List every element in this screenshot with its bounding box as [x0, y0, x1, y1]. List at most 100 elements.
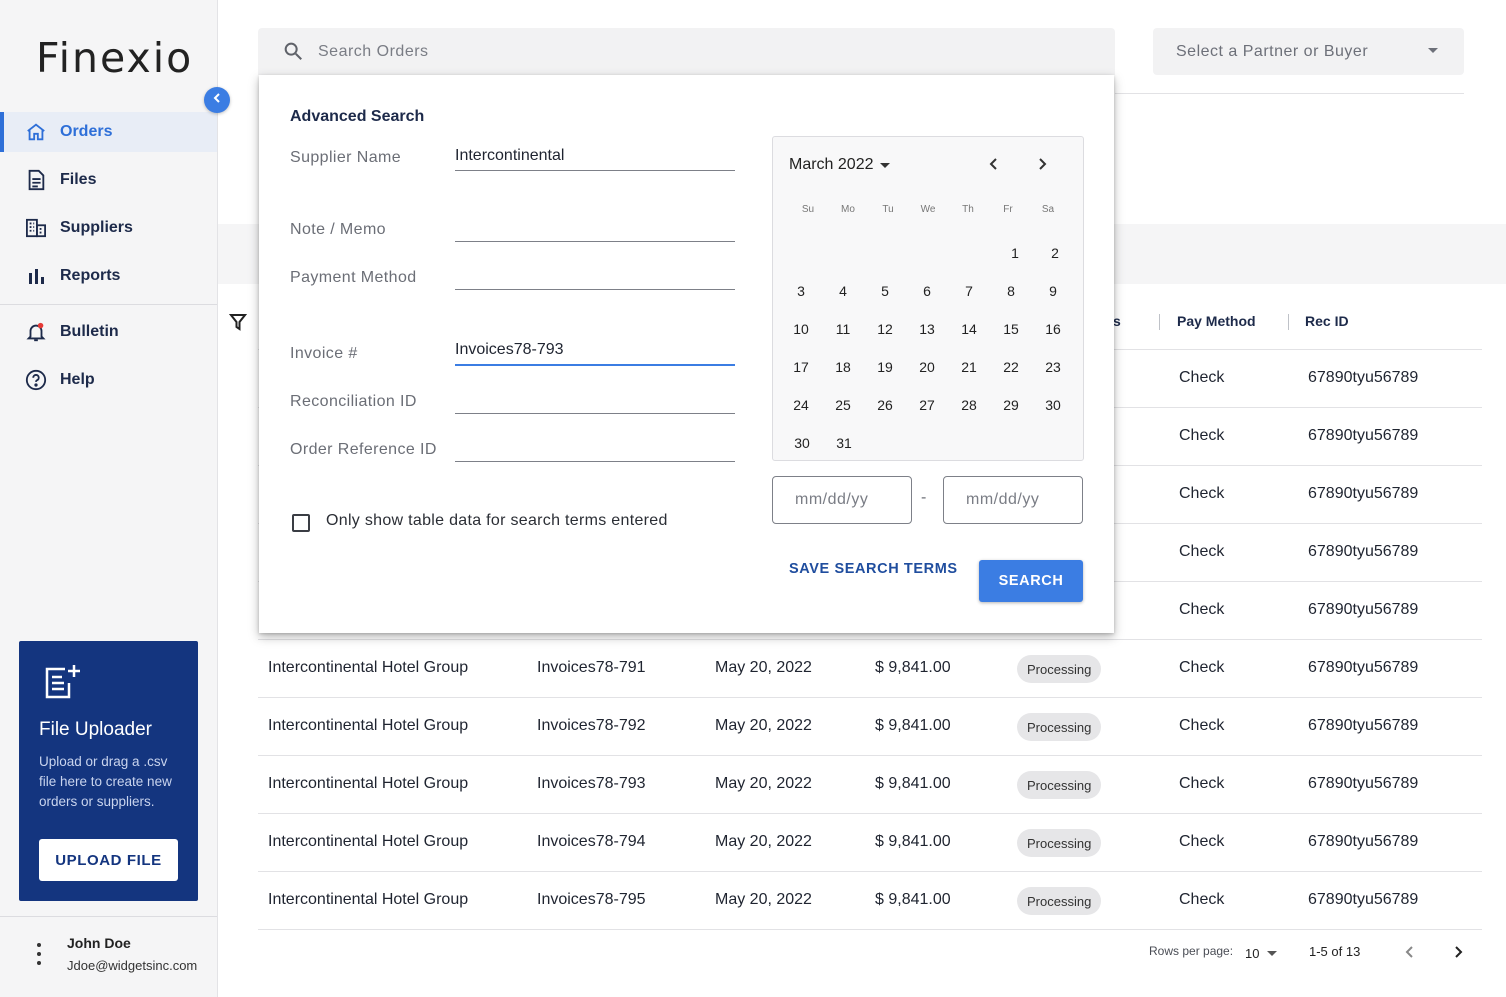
calendar-day[interactable]: 29 — [995, 393, 1027, 417]
invoice-number-input[interactable] — [455, 336, 735, 366]
calendar-day[interactable]: 7 — [953, 279, 985, 303]
calendar-day[interactable]: 30 — [786, 431, 818, 455]
column-header-rec-id[interactable]: Rec ID — [1305, 313, 1349, 329]
supplier-name-input[interactable] — [455, 141, 735, 171]
calendar-day[interactable]: 13 — [911, 317, 943, 341]
calendar-day[interactable]: 2 — [1039, 241, 1071, 265]
calendar-day[interactable]: 14 — [953, 317, 985, 341]
add-document-icon — [43, 663, 83, 706]
search-input[interactable] — [318, 38, 1018, 66]
status-badge: Processing — [1017, 771, 1102, 799]
calendar-day[interactable]: 4 — [827, 279, 859, 303]
calendar-day[interactable]: 28 — [953, 393, 985, 417]
calendar-day[interactable]: 17 — [785, 355, 817, 379]
calendar-day[interactable]: 11 — [827, 317, 859, 341]
note-memo-label: Note / Memo — [290, 221, 386, 238]
column-separator — [1159, 314, 1160, 330]
calendar-next-month-button[interactable] — [1031, 155, 1053, 177]
invoice-cell: Invoices78-792 — [537, 717, 646, 734]
calendar-month-select[interactable]: March 2022 — [789, 156, 890, 174]
calendar-day[interactable]: 26 — [869, 393, 901, 417]
calendar-day[interactable]: 16 — [1037, 317, 1069, 341]
column-header-status[interactable]: s — [1113, 313, 1121, 329]
calendar-day[interactable]: 25 — [827, 393, 859, 417]
rows-per-page-select[interactable]: 10 — [1245, 946, 1259, 961]
calendar-day[interactable]: 9 — [1037, 279, 1069, 303]
pay-method-cell: Check — [1179, 485, 1225, 502]
next-page-button[interactable] — [1447, 943, 1469, 965]
previous-page-button[interactable] — [1399, 943, 1421, 965]
calendar-prev-month-button[interactable] — [983, 155, 1005, 177]
calendar-day[interactable]: 21 — [953, 355, 985, 379]
calendar-day[interactable]: 3 — [785, 279, 817, 303]
calendar-day[interactable]: 5 — [869, 279, 901, 303]
payment-method-input[interactable] — [455, 260, 735, 290]
only-show-search-terms-checkbox[interactable] — [292, 514, 310, 532]
sidebar-item-bulletin[interactable]: Bulletin — [0, 312, 217, 352]
file-icon — [24, 168, 48, 192]
order-reference-id-input[interactable] — [455, 432, 735, 462]
sidebar-item-help[interactable]: Help — [0, 360, 217, 400]
table-row[interactable]: Intercontinental Hotel Group Invoices78-… — [258, 640, 1482, 698]
note-memo-input[interactable] — [455, 212, 735, 242]
calendar-day[interactable]: 12 — [869, 317, 901, 341]
upload-file-button[interactable]: UPLOAD FILE — [39, 839, 178, 881]
supplier-name-label: Supplier Name — [290, 149, 402, 166]
chevron-right-icon — [1451, 945, 1465, 964]
start-date-input[interactable] — [772, 476, 912, 524]
sidebar-item-label: Orders — [60, 123, 113, 140]
pay-method-cell: Check — [1179, 659, 1225, 676]
partner-buyer-select[interactable]: Select a Partner or Buyer — [1153, 28, 1464, 75]
calendar-day[interactable]: 8 — [995, 279, 1027, 303]
sidebar-item-suppliers[interactable]: Suppliers — [0, 208, 217, 248]
weekday-label: Tu — [882, 204, 894, 215]
collapse-sidebar-button[interactable] — [204, 87, 230, 113]
end-date-input[interactable] — [943, 476, 1083, 524]
status-badge: Processing — [1017, 887, 1102, 915]
calendar-day[interactable]: 18 — [827, 355, 859, 379]
sidebar-item-orders[interactable]: Orders — [0, 112, 217, 152]
reconciliation-id-input[interactable] — [455, 384, 735, 414]
calendar-day[interactable]: 27 — [911, 393, 943, 417]
caret-down-icon — [879, 162, 890, 168]
calendar-day[interactable]: 10 — [785, 317, 817, 341]
table-row[interactable]: Intercontinental Hotel Group Invoices78-… — [258, 814, 1482, 872]
calendar-day[interactable]: 1 — [999, 241, 1031, 265]
more-vert-icon[interactable] — [30, 943, 48, 965]
advanced-search-title: Advanced Search — [290, 108, 425, 125]
calendar-day[interactable]: 23 — [1037, 355, 1069, 379]
calendar-day[interactable]: 22 — [995, 355, 1027, 379]
date-range-separator: - — [921, 489, 927, 506]
partner-select-placeholder: Select a Partner or Buyer — [1176, 42, 1369, 60]
search-button[interactable]: SEARCH — [979, 560, 1083, 602]
caret-down-icon — [1267, 951, 1277, 956]
file-uploader-dropzone[interactable]: File Uploader Upload or drag a .csv file… — [19, 641, 198, 901]
calendar-day[interactable]: 24 — [785, 393, 817, 417]
table-row[interactable]: Intercontinental Hotel Group Invoices78-… — [258, 698, 1482, 756]
table-row[interactable]: Intercontinental Hotel Group Invoices78-… — [258, 872, 1482, 930]
table-row[interactable]: Intercontinental Hotel Group Invoices78-… — [258, 756, 1482, 814]
column-header-pay-method[interactable]: Pay Method — [1177, 313, 1256, 329]
calendar-day[interactable]: 31 — [828, 431, 860, 455]
calendar-day[interactable]: 20 — [911, 355, 943, 379]
search-bar — [258, 28, 1115, 75]
sidebar-item-reports[interactable]: Reports — [0, 256, 217, 296]
filter-icon[interactable] — [228, 313, 248, 336]
uploader-title: File Uploader — [39, 719, 152, 740]
sidebar-item-label: Help — [60, 371, 95, 388]
weekday-label: Mo — [841, 204, 855, 215]
supplier-cell: Intercontinental Hotel Group — [268, 717, 469, 734]
invoice-cell: Invoices78-794 — [537, 833, 646, 850]
calendar-day[interactable]: 15 — [995, 317, 1027, 341]
calendar-day[interactable]: 6 — [911, 279, 943, 303]
date-cell: May 20, 2022 — [715, 833, 812, 850]
calendar-day[interactable]: 30 — [1037, 393, 1069, 417]
calendar-day[interactable]: 19 — [869, 355, 901, 379]
logo: Finexio — [36, 34, 194, 82]
chevron-left-icon — [988, 157, 1000, 176]
sidebar-item-files[interactable]: Files — [0, 160, 217, 200]
rec-id-cell: 67890tyu56789 — [1308, 543, 1419, 560]
pay-method-cell: Check — [1179, 833, 1225, 850]
save-search-terms-button[interactable]: SAVE SEARCH TERMS — [789, 561, 958, 577]
rec-id-cell: 67890tyu56789 — [1308, 485, 1419, 502]
